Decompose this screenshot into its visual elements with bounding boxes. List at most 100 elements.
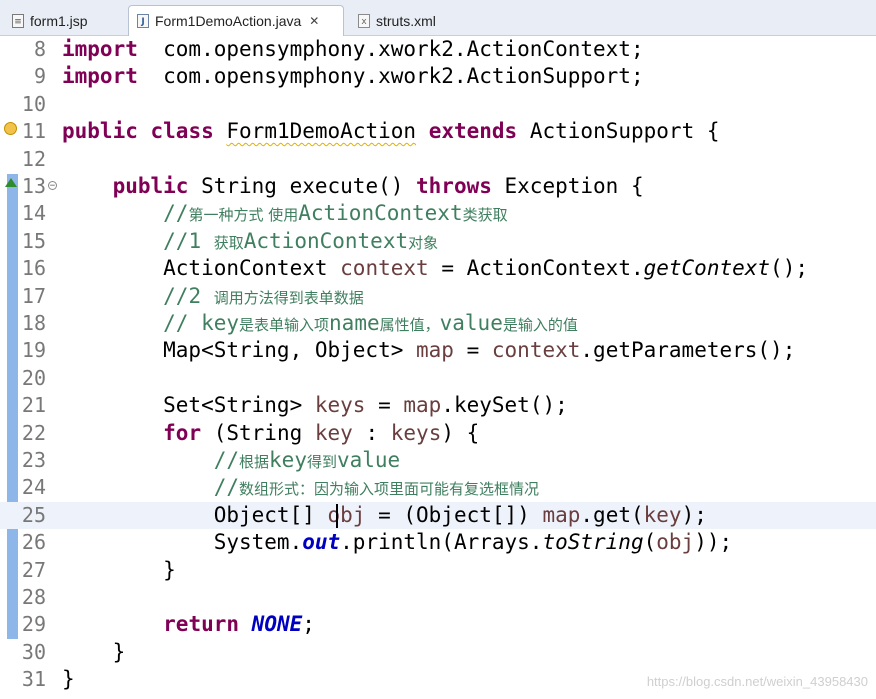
code-token: value <box>439 311 503 335</box>
code-token: context <box>491 338 581 363</box>
code-line[interactable]: −13 public String execute() throws Excep… <box>0 173 876 200</box>
code-token: 对象 <box>408 233 439 252</box>
code-line[interactable]: 30 } <box>0 639 876 666</box>
tab-struts-xml[interactable]: x struts.xml <box>350 5 460 36</box>
close-icon[interactable]: ✕ <box>309 14 319 28</box>
line-number: 19 <box>21 338 46 363</box>
code-token: Set<String> <box>62 393 315 418</box>
line-number: 22 <box>21 420 46 445</box>
code-text: //根据key得到value <box>62 447 400 476</box>
code-line[interactable]: 21 Set<String> keys = map.keySet(); <box>0 392 876 419</box>
code-line[interactable]: 10 <box>0 91 876 118</box>
code-text: Object[] obj = (Object[]) map.get(key); <box>62 502 707 529</box>
code-line[interactable]: 11 public class Form1DemoAction extends A… <box>0 118 876 145</box>
code-token: public <box>62 119 138 144</box>
code-token: map <box>542 502 581 527</box>
code-line[interactable]: 26 System.out.println(Arrays.toString(ob… <box>0 529 876 556</box>
code-token: class <box>150 119 214 144</box>
code-token: public <box>112 174 189 198</box>
code-line[interactable]: 16 ActionContext context = ActionContext… <box>0 255 876 282</box>
code-line[interactable]: 27 } <box>0 557 876 584</box>
code-token: : <box>352 420 391 445</box>
code-token: import <box>62 37 138 61</box>
code-text: } <box>62 639 126 666</box>
code-line[interactable]: 20 <box>0 365 876 392</box>
code-token: .println(Arrays. <box>340 530 543 555</box>
code-text: public String execute() throws Exception… <box>62 173 644 200</box>
code-token: String execute() <box>188 174 417 198</box>
code-text: import com.opensymphony.xwork2.ActionCon… <box>62 36 644 63</box>
code-token: = (Object[]) <box>365 502 543 527</box>
line-number: 20 <box>21 365 46 390</box>
code-line[interactable]: 19 Map<String, Object> map = context.get… <box>0 337 876 364</box>
code-token: .getParameters(); <box>580 338 796 363</box>
code-line[interactable]: 24 //数组形式：因为输入项里面可能有复选框情况 <box>0 474 876 501</box>
code-line[interactable]: 9 import com.opensymphony.xwork2.ActionSu… <box>0 63 876 90</box>
code-token: 类获取 <box>462 206 508 225</box>
code-token: Exception { <box>491 174 644 198</box>
code-token: ( <box>643 530 657 555</box>
line-number: 12 <box>21 146 46 171</box>
code-token: )); <box>694 530 733 555</box>
code-token: //2 <box>163 283 214 308</box>
code-token: = ActionContext. <box>428 256 644 281</box>
code-token: value <box>336 448 401 472</box>
code-token: 第一种方式 使用 <box>188 206 299 225</box>
code-token: ActionContext <box>62 256 341 281</box>
code-line[interactable]: 18 // key是表单输入项name属性值，value是输入的值 <box>0 310 876 337</box>
code-line[interactable]: 28 <box>0 584 876 611</box>
code-text: for (String key : keys) { <box>62 420 479 447</box>
code-line[interactable]: 12 <box>0 146 876 173</box>
jsp-file-icon: ≡ <box>12 13 24 28</box>
code-token: System. <box>62 530 303 555</box>
code-token: map <box>403 393 442 418</box>
line-number: 17 <box>21 283 46 308</box>
code-line[interactable]: 22 for (String key : keys) { <box>0 420 876 447</box>
line-number: 26 <box>21 530 46 555</box>
code-token: name <box>329 311 380 335</box>
code-token: return <box>163 612 240 637</box>
code-token: for <box>163 420 202 445</box>
code-line[interactable]: 14 //第一种方式 使用ActionContext类获取 <box>0 200 876 227</box>
code-line[interactable]: 15 //1 获取ActionContext对象 <box>0 228 876 255</box>
code-token: //1 <box>163 228 214 253</box>
code-token: Form1DemoAction <box>226 119 417 144</box>
code-token: 根据 <box>239 453 270 471</box>
fold-toggle-icon[interactable]: − <box>48 181 57 191</box>
line-number: 14 <box>21 201 46 226</box>
code-token: out <box>302 530 341 555</box>
watermark: https://blog.csdn.net/weixin_43958430 <box>646 674 868 689</box>
code-token: .get( <box>580 502 644 527</box>
code-text: } <box>62 557 176 584</box>
code-line[interactable]: 25 Object[] obj = (Object[]) map.get(key… <box>0 501 876 529</box>
code-token: obj <box>656 530 695 555</box>
code-token: // <box>213 475 240 500</box>
code-line[interactable]: 17 //2 调用方法得到表单数据 <box>0 283 876 310</box>
code-text: //2 调用方法得到表单数据 <box>62 283 364 312</box>
code-token: Object[] <box>62 502 328 527</box>
tab-form1demoaction-java[interactable]: J Form1DemoAction.java ✕ <box>128 5 344 36</box>
code-line[interactable]: 8 import com.opensymphony.xwork2.ActionCo… <box>0 36 876 63</box>
code-token: obj <box>327 502 366 527</box>
code-token: ActionContext <box>243 228 409 253</box>
code-token: getContext <box>643 256 771 281</box>
editor-tab-bar: ≡ form1.jsp J Form1DemoAction.java ✕ x s… <box>0 0 876 36</box>
code-line[interactable]: 23 //根据key得到value <box>0 447 876 474</box>
code-line[interactable]: 29 return NONE; <box>0 611 876 638</box>
code-text: Map<String, Object> map = context.getPar… <box>62 337 795 364</box>
code-token: map <box>416 338 454 363</box>
code-token: ); <box>681 502 707 527</box>
code-token: com.opensymphony.xwork2.ActionContext; <box>137 37 644 61</box>
code-token: key <box>269 448 307 472</box>
line-number: 9 <box>33 64 46 89</box>
code-text: //1 获取ActionContext对象 <box>62 228 438 257</box>
line-number: 10 <box>21 91 46 116</box>
tab-form1-jsp[interactable]: ≡ form1.jsp <box>4 5 118 36</box>
code-token: = <box>365 393 404 418</box>
